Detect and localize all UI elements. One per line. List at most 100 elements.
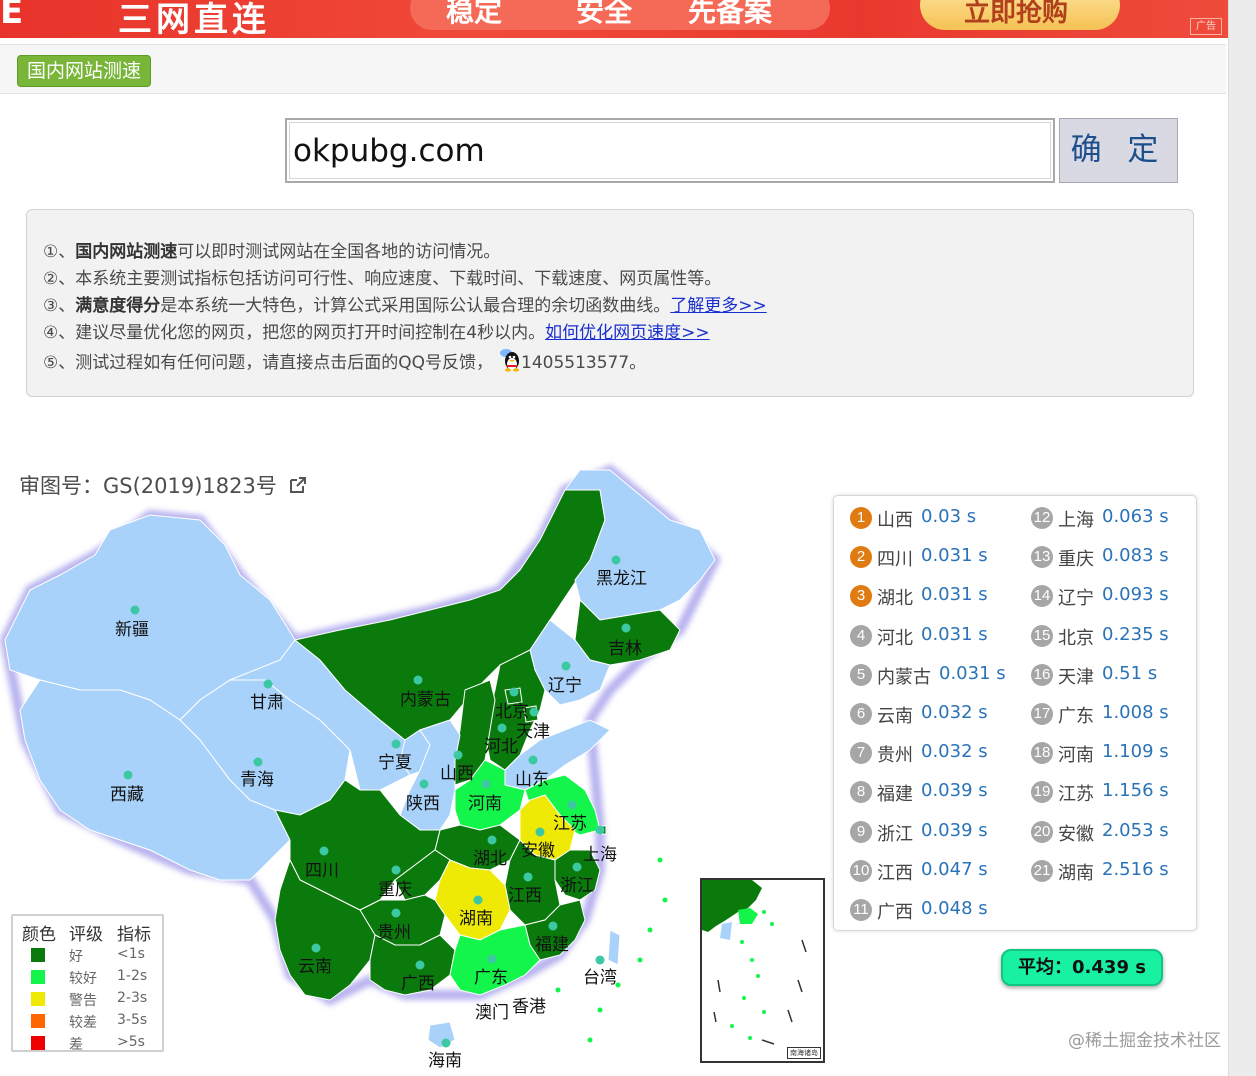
province-label-chongqing: 重庆 xyxy=(378,880,412,900)
province-label-henan: 河南 xyxy=(468,794,502,814)
legend-swatch xyxy=(31,970,45,984)
capital-dot-xinjiang xyxy=(130,605,140,615)
province-label-guizhou: 贵州 xyxy=(377,923,411,943)
rank-province: 上海 xyxy=(1058,510,1094,531)
rank-number: 9 xyxy=(850,820,872,843)
capital-dot-jiangsu xyxy=(567,800,577,810)
province-label-xinjiang: 新疆 xyxy=(115,620,149,640)
capital-dot-fujian xyxy=(548,921,558,931)
rank-province: 四川 xyxy=(877,549,913,571)
province-label-jilin: 吉林 xyxy=(608,639,642,659)
legend-swatch xyxy=(31,1014,45,1028)
optimize-speed-link[interactable]: 如何优化网页速度>> xyxy=(545,323,710,343)
province-label-xizang: 西藏 xyxy=(110,785,144,805)
info-line-2: ②、本系统主要测试指标包括访问可行性、响应速度、下载时间、下载速度、网页属性等。 xyxy=(43,269,722,289)
rank-province: 天津 xyxy=(1058,666,1094,688)
learn-more-link[interactable]: 了解更多>> xyxy=(670,296,767,316)
island-dot xyxy=(657,857,663,863)
rank-province: 重庆 xyxy=(1058,549,1094,571)
rank-number: 21 xyxy=(1031,859,1053,882)
qq-number[interactable]: 1405513577。 xyxy=(521,353,646,373)
tab-domestic-speed-test[interactable]: 国内网站测速 xyxy=(17,55,152,87)
capital-dot-xizang xyxy=(123,770,133,780)
scrollbar-gutter[interactable] xyxy=(1228,0,1256,1076)
rank-item: 18 河南 1.109 s xyxy=(1031,741,1201,767)
confirm-button[interactable]: 确 定 xyxy=(1059,118,1178,183)
province-label-ningxia: 宁夏 xyxy=(378,753,412,773)
rank-province: 北京 xyxy=(1058,627,1094,649)
rank-time: 0.032 s xyxy=(921,741,988,763)
capital-dot-hebei xyxy=(497,723,507,733)
rank-province: 江西 xyxy=(877,862,913,884)
rank-item: 14 辽宁 0.093 s xyxy=(1031,584,1201,610)
rank-province: 山西 xyxy=(877,510,913,531)
rank-time: 0.031 s xyxy=(921,584,988,606)
qq-penguin-icon[interactable] xyxy=(499,348,521,372)
province-hainan[interactable] xyxy=(427,1021,456,1049)
province-taiwan[interactable] xyxy=(607,929,621,966)
rank-time: 0.235 s xyxy=(1102,623,1169,645)
rank-number: 7 xyxy=(850,742,872,765)
legend-row: 差 >5s xyxy=(13,1032,166,1054)
legend-row: 较差 3-5s xyxy=(13,1010,166,1032)
capital-dot-zhejiang xyxy=(572,862,582,872)
legend-range: 3-5s xyxy=(117,1012,148,1028)
capital-dot-guizhou xyxy=(391,908,401,918)
island-dot xyxy=(637,957,643,963)
rank-number: 3 xyxy=(850,585,872,608)
rank-item: 8 福建 0.039 s xyxy=(850,780,1020,806)
legend-level: 较好 xyxy=(69,971,97,987)
province-label-guangdong: 广东 xyxy=(474,968,508,988)
capital-dot-hubei xyxy=(487,835,497,845)
rank-item: 16 天津 0.51 s xyxy=(1031,663,1201,689)
rank-number: 16 xyxy=(1031,663,1053,686)
ad-pill-word-2: 安全 xyxy=(576,0,633,28)
rank-number: 8 xyxy=(850,781,872,804)
province-label-hainan: 海南 xyxy=(428,1051,462,1071)
rank-time: 0.039 s xyxy=(921,780,988,802)
rank-item: 11 广西 0.048 s xyxy=(850,898,1020,924)
rank-time: 0.047 s xyxy=(921,858,988,880)
province-label-aomen: 澳门 xyxy=(475,1003,509,1023)
rank-time: 0.03 s xyxy=(921,506,977,527)
legend-swatch xyxy=(31,992,45,1006)
province-label-tianjin: 天津 xyxy=(516,722,550,742)
legend-range: >5s xyxy=(117,1034,145,1050)
ad-pill-word-1: 稳定 xyxy=(446,0,503,28)
rank-province: 广西 xyxy=(877,902,913,923)
capital-dot-yunnan xyxy=(311,943,321,953)
province-label-hunan: 湖南 xyxy=(459,909,493,929)
rank-number: 11 xyxy=(850,899,872,921)
rank-item: 5 内蒙古 0.031 s xyxy=(850,663,1020,689)
map-legend: 颜色 评级 指标 好 <1s 较好 1-2s 警告 2-3s 较差 3-5s 差 >5s xyxy=(11,914,166,1054)
capital-dot-liaoning xyxy=(561,661,571,671)
rank-time: 0.093 s xyxy=(1102,584,1169,606)
rank-province: 江苏 xyxy=(1058,784,1094,806)
url-input[interactable] xyxy=(285,118,1055,183)
capital-dot-shaanxi xyxy=(419,779,429,789)
rank-number: 2 xyxy=(850,546,872,569)
info-line-3: ③、满意度得分是本系统一大特色，计算公式采用国际公认最合理的余切函数曲线。了解更… xyxy=(43,296,767,316)
capital-dot-heilongjiang xyxy=(611,555,621,565)
ad-cta-button[interactable]: 立即抢购 xyxy=(920,0,1120,30)
rank-number: 1 xyxy=(850,507,872,529)
capital-dot-jiangxi xyxy=(523,872,533,882)
ad-main-text: 三网直连 xyxy=(118,0,270,38)
province-label-jiangxi: 江西 xyxy=(508,886,542,906)
rank-time: 0.51 s xyxy=(1102,662,1158,684)
rank-item: 17 广东 1.008 s xyxy=(1031,702,1201,728)
legend-row: 好 <1s xyxy=(13,944,166,966)
legend-header-color: 颜色 xyxy=(22,925,56,945)
province-label-heilongjiang: 黑龙江 xyxy=(596,569,647,589)
rank-time: 1.156 s xyxy=(1102,780,1169,802)
capital-dot-guangxi xyxy=(415,960,425,970)
rank-time: 0.031 s xyxy=(921,545,988,567)
rank-number: 15 xyxy=(1031,624,1053,647)
rank-item: 19 江苏 1.156 s xyxy=(1031,780,1201,806)
rank-number: 12 xyxy=(1031,507,1053,529)
island-dot xyxy=(662,897,668,903)
capital-dot-taiwan xyxy=(595,955,605,965)
capital-dot-sichuan xyxy=(319,846,329,856)
ad-banner[interactable]: E 三网直连 稳定 安全 先备案 立即抢购 广告 xyxy=(0,0,1228,38)
rank-province: 河北 xyxy=(877,627,913,649)
